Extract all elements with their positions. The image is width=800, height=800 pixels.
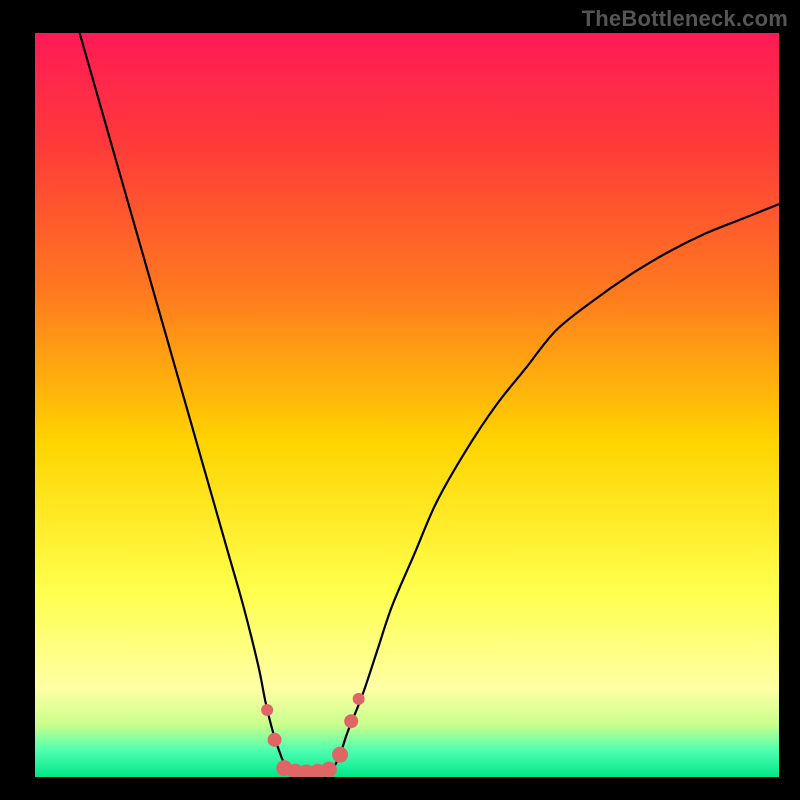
marker-dot [261,704,273,716]
bottleneck-chart [0,0,800,800]
marker-dot [332,747,348,763]
gradient-background [35,33,779,777]
marker-dot [321,762,337,778]
marker-dot [268,733,282,747]
marker-dot [344,714,358,728]
marker-dot [353,693,365,705]
chart-stage: TheBottleneck.com [0,0,800,800]
